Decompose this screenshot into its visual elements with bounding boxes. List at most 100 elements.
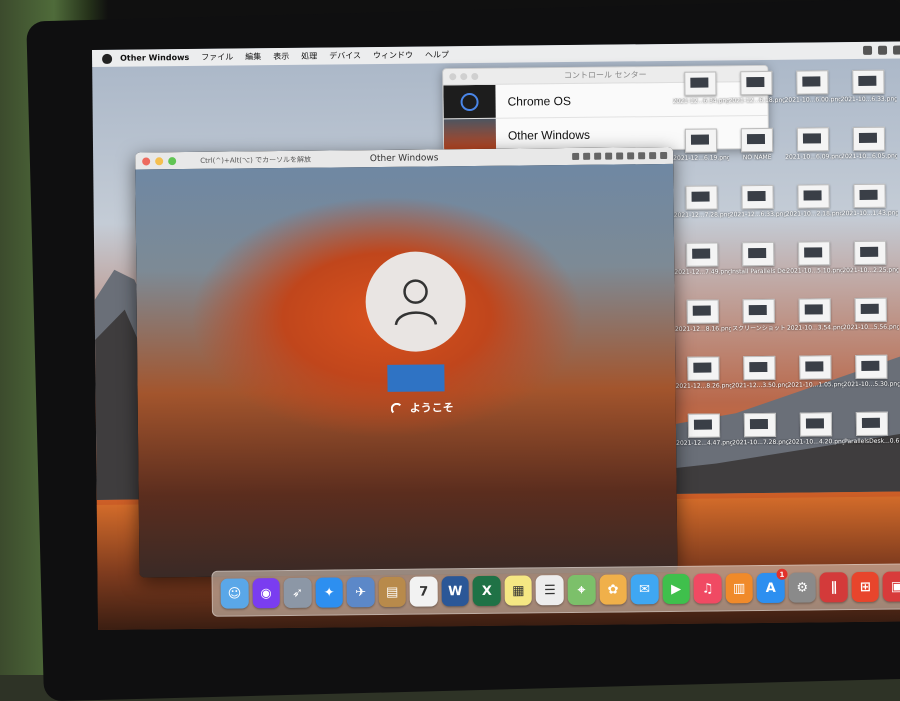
status-parallels-icon[interactable] xyxy=(862,45,873,55)
word-app[interactable]: W xyxy=(441,576,470,607)
desktop-file-icon[interactable]: Install Parallels Desktop xyxy=(730,241,787,276)
file-thumbnail-icon xyxy=(799,412,833,437)
calendar-app[interactable]: 7 xyxy=(409,576,438,607)
desktop-file-label: 2021-10...6.00.png xyxy=(784,96,841,104)
close-button[interactable] xyxy=(449,73,457,81)
notes-app[interactable]: ▤ xyxy=(378,576,407,608)
menu-view[interactable]: 表示 xyxy=(273,51,289,62)
windows-app[interactable]: ⊞ xyxy=(851,571,880,603)
menu-window[interactable]: ウィンドウ xyxy=(373,50,413,61)
network-icon[interactable] xyxy=(583,152,591,160)
desktop-file-icon[interactable]: 2021-12...7.28.png xyxy=(673,185,730,219)
menu-actions[interactable]: 処理 xyxy=(301,51,317,62)
menu-edit[interactable]: 編集 xyxy=(245,51,261,62)
status-display-icon[interactable] xyxy=(877,45,888,55)
loading-bar xyxy=(387,364,445,392)
system-preferences-app[interactable]: ⚙ xyxy=(788,572,817,603)
zoom-button[interactable] xyxy=(471,72,479,81)
vm-label: Chrome OS xyxy=(507,93,571,109)
extra-app[interactable]: ▣ xyxy=(882,571,900,602)
file-thumbnail-icon xyxy=(684,71,717,96)
desktop-file-icon[interactable]: ParallelsDesk...0.6.0-29037.dmg xyxy=(844,411,900,445)
safari-app[interactable]: ✦ xyxy=(315,577,344,608)
parallels-app[interactable]: ∥ xyxy=(819,572,848,603)
camera-icon[interactable] xyxy=(638,152,646,160)
desktop-file-icon[interactable]: 2021-10...1.05.png xyxy=(787,355,844,389)
facetime-app[interactable]: ▶ xyxy=(662,573,691,605)
welcome-text: ようこそ xyxy=(409,401,454,415)
desktop-file-label: 2021-12...6.18.png xyxy=(728,96,785,105)
file-thumbnail-icon xyxy=(796,127,830,152)
desktop-file-icon[interactable]: 2021-10...5.56.png xyxy=(843,297,899,331)
desktop-file-icon[interactable]: 2021-12...4.47.png xyxy=(676,413,732,447)
desktop-file-icon[interactable]: 2021-10...6.09.png xyxy=(785,127,841,161)
desktop-file-icon[interactable]: NO NAME xyxy=(729,127,785,162)
desktop-file-label: 2021-12...6.19.png xyxy=(673,154,730,162)
desktop-file-icon[interactable]: 2021-12...7.49.png xyxy=(674,242,730,276)
desktop-file-icon[interactable]: 2021-10...6.33.png xyxy=(840,69,897,103)
keyboard-icon[interactable] xyxy=(572,152,580,160)
desktop-file-label: スクリーンショット xyxy=(732,324,786,333)
vm-window: Ctrl(^)+Alt(⌥) でカーソルを解放 Other Windows よう… xyxy=(135,146,678,578)
desktop-file-label: 2021-12...7.49.png xyxy=(674,268,731,276)
photos-app[interactable]: ✿ xyxy=(599,574,627,605)
messages-app[interactable]: ✉ xyxy=(630,574,659,605)
close-button[interactable] xyxy=(142,156,151,165)
desktop-file-icon[interactable]: 2021-12...3.50.png xyxy=(731,355,788,390)
desktop-file-icon[interactable]: 2021-10...3.54.png xyxy=(787,298,843,332)
desktop-file-icon[interactable]: 2021-12...6.34.png xyxy=(672,71,729,105)
menu-help[interactable]: ヘルプ xyxy=(425,49,449,60)
file-thumbnail-icon xyxy=(740,70,773,96)
desktop-file-label: 2021-10...7.28.png xyxy=(732,438,789,447)
microphone-icon[interactable] xyxy=(627,152,635,160)
desktop-file-label: 2021-10...4.20.png xyxy=(788,438,845,446)
desktop-file-icon[interactable]: 2021-12...6.33.png xyxy=(729,184,786,219)
stickies-app[interactable]: ▦ xyxy=(504,575,533,606)
menu-app-name[interactable]: Other Windows xyxy=(120,53,189,63)
launchpad-app[interactable]: ➶ xyxy=(283,577,312,609)
minimize-button[interactable] xyxy=(460,73,468,81)
finder-app[interactable]: ☺ xyxy=(220,578,249,609)
desktop-file-icon[interactable]: 2021-12...8.26.png xyxy=(675,356,732,390)
desktop-file-icon[interactable]: 2021-12...6.18.png xyxy=(728,70,785,105)
cd-icon[interactable] xyxy=(594,152,602,160)
desktop-file-icon[interactable]: 2021-10...5.30.png xyxy=(843,354,900,388)
file-thumbnail-icon xyxy=(852,69,885,95)
file-thumbnail-icon xyxy=(684,128,718,153)
desktop-file-icon[interactable]: 2021-12...6.19.png xyxy=(673,128,729,162)
desktop-file-icon[interactable]: 2021-10...2.25.png xyxy=(842,240,899,275)
desktop-file-label: Install Parallels Desktop xyxy=(730,267,787,276)
desktop-file-icon[interactable]: 2021-10...6.05.png xyxy=(841,126,897,160)
desktop-file-icon[interactable]: スクリーンショット xyxy=(731,298,787,333)
zoom-button[interactable] xyxy=(168,156,177,165)
reminders-app[interactable]: ☰ xyxy=(535,575,564,606)
desktop-file-label: 2021-12...6.33.png xyxy=(729,210,786,219)
desktop-file-icon[interactable]: 2021-10...2.18.png xyxy=(785,184,842,218)
chrome-os-thumbnail xyxy=(443,84,496,119)
menu-devices[interactable]: デバイス xyxy=(329,50,361,61)
file-thumbnail-icon xyxy=(853,183,886,209)
menu-file[interactable]: ファイル xyxy=(201,52,233,63)
music-app[interactable]: ♫ xyxy=(693,573,722,604)
desktop-file-icon[interactable]: 2021-10...5.10.png xyxy=(786,241,842,275)
desktop-file-label: 2021-10...2.25.png xyxy=(842,266,899,275)
desktop-file-icon[interactable]: 2021-12...8.16.png xyxy=(675,299,731,333)
usb-icon[interactable] xyxy=(605,152,613,160)
sound-icon[interactable] xyxy=(616,152,624,160)
maps-app[interactable]: ⌖ xyxy=(567,574,596,606)
desktop-file-icon[interactable]: 2021-10...7.28.png xyxy=(732,412,789,447)
books-app[interactable]: ▥ xyxy=(725,573,754,604)
gear-icon[interactable] xyxy=(660,151,668,160)
desktop-file-icon[interactable]: 2021-10...1.43.png xyxy=(841,183,898,217)
appstore-app[interactable]: A1 xyxy=(756,568,788,604)
desktop-file-icon[interactable]: 2021-10...4.20.png xyxy=(788,412,844,446)
printer-icon[interactable] xyxy=(649,152,657,160)
minimize-button[interactable] xyxy=(155,156,164,165)
apple-icon[interactable] xyxy=(102,53,113,64)
desktop-file-label: 2021-12...3.50.png xyxy=(731,381,788,390)
status-wifi-icon[interactable] xyxy=(892,45,900,55)
excel-app[interactable]: X xyxy=(472,575,501,607)
desktop-file-icon[interactable]: 2021-10...6.00.png xyxy=(784,70,841,104)
siri-app[interactable]: ◉ xyxy=(252,578,280,609)
preview-app[interactable]: ✈ xyxy=(346,577,375,608)
